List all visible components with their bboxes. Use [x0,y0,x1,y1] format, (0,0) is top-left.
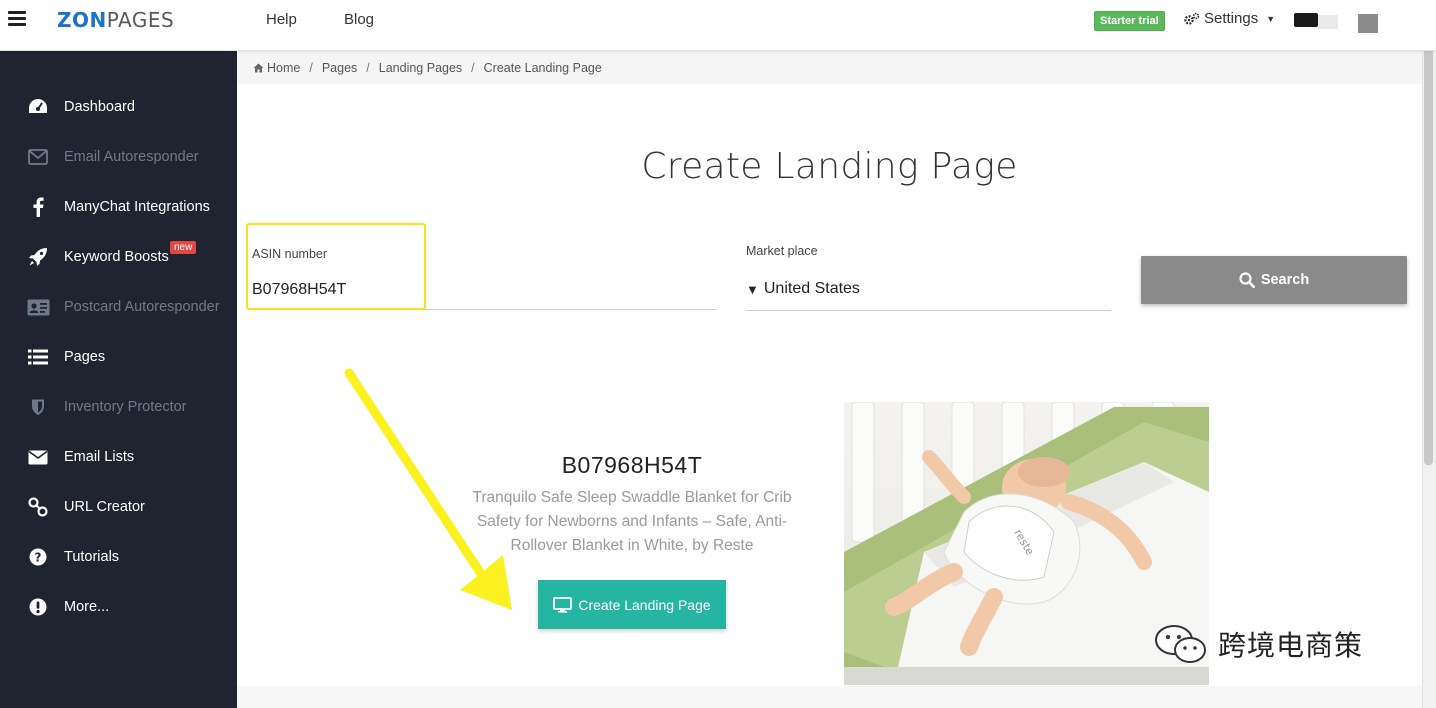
sidebar-item-keyword-boosts[interactable]: Keyword Boosts new [0,239,237,275]
search-button[interactable]: Search [1141,256,1407,304]
breadcrumb-landing-pages[interactable]: Landing Pages [379,61,462,75]
sidebar-item-url-creator[interactable]: URL Creator [0,489,237,525]
product-description: Tranquilo Safe Sleep Swaddle Blanket for… [472,489,792,554]
sidebar-item-inventory-protector[interactable]: Inventory Protector [0,389,237,425]
starter-trial-badge[interactable]: Starter trial [1094,11,1165,31]
create-landing-page-button[interactable]: Create Landing Page [538,580,726,629]
question-circle-icon: ? [28,547,48,567]
sidebar-item-tutorials[interactable]: ? Tutorials [0,539,237,575]
top-navbar: ZONPAGES Help Blog Starter trial Setting… [0,0,1436,51]
sidebar-item-label: Email Autoresponder [64,149,199,165]
logo-zon: ZON [57,8,107,32]
caret-down-icon: ▼ [1266,13,1276,24]
sidebar-item-label: ManyChat Integrations [64,199,210,215]
sidebar-item-email-lists[interactable]: Email Lists [0,439,237,475]
page-footer-area [237,686,1422,708]
hamburger-menu-icon[interactable] [8,11,26,26]
sidebar-item-label: Keyword Boosts [64,249,169,265]
rocket-icon [28,247,48,267]
sidebar-item-pages[interactable]: Pages [0,339,237,375]
asin-input[interactable] [252,270,716,310]
breadcrumb-separator: / [366,60,370,75]
create-landing-page-label: Create Landing Page [578,596,711,613]
desktop-icon [553,596,573,613]
sidebar-item-label: URL Creator [64,499,145,515]
market-label: Market place [746,244,818,258]
sidebar-item-label: Dashboard [64,99,135,115]
breadcrumb-current: Create Landing Page [483,60,602,75]
id-card-icon [26,297,50,317]
search-button-label: Search [1260,272,1310,288]
sidebar-item-email-autoresponder[interactable]: Email Autoresponder [0,139,237,175]
dashboard-icon [28,97,48,117]
caret-down-icon: ▼ [746,281,759,297]
result-asin: B07968H54T [561,452,703,478]
sidebar-item-postcard-autoresponder[interactable]: Postcard Autoresponder [0,289,237,325]
settings-label: Settings [1204,10,1259,27]
marketplace-value: United States [763,280,860,297]
sidebar-item-label: Pages [64,349,106,365]
settings-dropdown[interactable]: Settings ▼ [1184,10,1275,27]
sidebar-item-label: Tutorials [64,549,120,565]
scrollbar-thumb[interactable] [1424,20,1433,465]
sidebar-item-label: Email Lists [64,449,135,465]
user-avatar-blur [1318,15,1338,29]
blog-link[interactable]: Blog [344,11,374,28]
marketplace-select[interactable]: ▼ United States [746,268,1111,311]
help-link[interactable]: Help [266,11,297,28]
breadcrumb-pages[interactable]: Pages [322,61,357,75]
shield-icon [28,397,48,417]
svg-text:?: ? [35,551,42,565]
home-icon [253,63,264,72]
search-icon [1239,272,1255,288]
zonpages-logo[interactable]: ZONPAGES [57,8,174,32]
page-title: Create Landing Page [641,146,1018,187]
sidebar-item-label: More... [64,599,110,615]
envelope-outline-icon [28,147,48,167]
watermark: 跨境电商策 [1152,622,1363,666]
gears-icon [1184,12,1200,25]
breadcrumb-separator: / [309,60,313,75]
user-avatar[interactable] [1294,13,1318,27]
sidebar-item-label: Postcard Autoresponder [64,299,220,315]
breadcrumb: Home / Pages / Landing Pages / Create La… [237,51,1422,84]
sidebar-item-label: Inventory Protector [64,399,187,415]
sidebar-item-more[interactable]: More... [0,589,237,625]
watermark-text: 跨境电商策 [1218,629,1364,662]
exclamation-circle-icon [28,597,48,617]
logo-pages: PAGES [106,8,175,32]
envelope-icon [28,447,48,467]
link-icon [28,497,48,517]
sidebar-item-dashboard[interactable]: Dashboard [0,89,237,125]
list-icon [28,347,48,367]
breadcrumb-home[interactable]: Home [267,61,300,75]
sidebar-item-manychat[interactable]: ManyChat Integrations [0,189,237,225]
new-badge: new [170,241,197,254]
breadcrumb-separator: / [471,60,475,75]
account-avatar[interactable] [1358,14,1378,33]
sidebar: Dashboard Email Autoresponder ManyChat I… [0,51,237,708]
asin-label: ASIN number [252,247,328,261]
facebook-icon [28,197,48,217]
wechat-icon [1155,625,1206,663]
